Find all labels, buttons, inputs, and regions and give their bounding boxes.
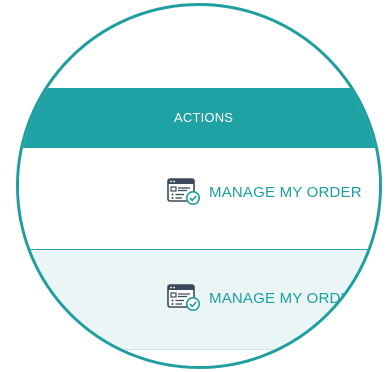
manage-order-label: MANAGE MY ORDER: [209, 289, 362, 307]
actions-column-header: ACTIONS: [174, 110, 234, 125]
manage-order-label: MANAGE MY ORDER: [209, 183, 362, 201]
orders-table: ACTIONS MANAGE MY ORDER MANAGE MY ORDER: [19, 6, 379, 366]
magnified-table-view: ACTIONS MANAGE MY ORDER MANAGE MY ORDER: [16, 3, 382, 369]
order-checklist-icon: [167, 284, 200, 311]
manage-order-link[interactable]: MANAGE MY ORDER: [167, 284, 362, 312]
manage-order-link[interactable]: MANAGE MY ORDER: [167, 178, 362, 206]
table-row: [19, 349, 379, 366]
order-checklist-icon: [167, 178, 200, 205]
